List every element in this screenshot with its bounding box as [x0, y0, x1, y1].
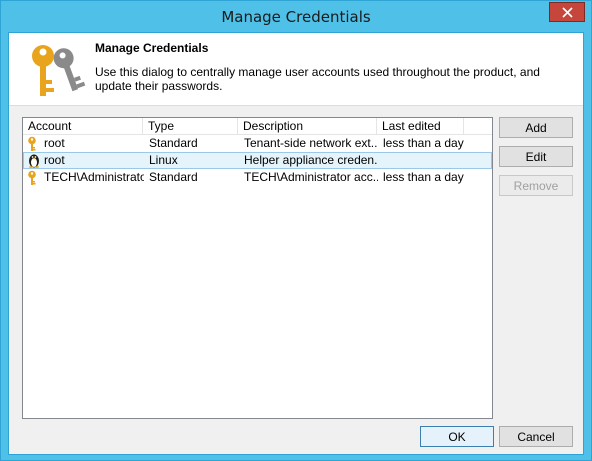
header-title: Manage Credentials: [95, 41, 209, 55]
key-icon: [28, 136, 36, 151]
edit-button[interactable]: Edit: [499, 146, 573, 167]
table-row[interactable]: root Standard Tenant-side network ext...…: [23, 135, 492, 152]
window-title: Manage Credentials: [221, 7, 371, 26]
column-header-description[interactable]: Description: [238, 118, 377, 135]
table-row[interactable]: TECH\Administrator Standard TECH\Adminis…: [23, 169, 492, 186]
account-name: root: [44, 153, 65, 167]
list-body: root Standard Tenant-side network ext...…: [23, 135, 492, 186]
key-icon: [28, 170, 36, 185]
add-button[interactable]: Add: [499, 117, 573, 138]
header-description: Use this dialog to centrally manage user…: [95, 65, 540, 93]
linux-penguin-icon: [29, 154, 39, 168]
list-header: Account Type Description Last edited: [23, 118, 492, 135]
cell-last-edited: less than a day ...: [383, 136, 465, 150]
cell-last-edited: [378, 153, 465, 168]
credentials-list[interactable]: Account Type Description Last edited roo…: [22, 117, 493, 419]
remove-button[interactable]: Remove: [499, 175, 573, 196]
cancel-button[interactable]: Cancel: [499, 426, 573, 447]
table-row-selected[interactable]: root Linux Helper appliance creden...: [23, 152, 492, 169]
cell-last-edited: less than a day ...: [383, 170, 465, 184]
cell-description: TECH\Administrator acc...: [244, 170, 378, 184]
dialog-header: Manage Credentials Use this dialog to ce…: [9, 33, 583, 106]
keys-icon: [32, 45, 86, 96]
title-bar[interactable]: Manage Credentials: [1, 1, 591, 32]
close-icon: [561, 6, 573, 18]
column-header-last-edited[interactable]: Last edited: [377, 118, 464, 135]
dialog-window: Manage Credentials Manage Credentials Us…: [0, 0, 592, 461]
cell-description: Helper appliance creden...: [244, 153, 378, 167]
close-button[interactable]: [549, 2, 585, 22]
column-header-account[interactable]: Account: [23, 118, 143, 135]
account-name: TECH\Administrator: [44, 170, 144, 184]
cell-type: Standard: [149, 170, 198, 184]
dialog-body: Manage Credentials Use this dialog to ce…: [8, 32, 584, 455]
account-name: root: [44, 136, 65, 150]
cell-account: root: [24, 153, 144, 168]
cell-account: root: [24, 136, 144, 151]
ok-button[interactable]: OK: [420, 426, 494, 447]
cell-account: TECH\Administrator: [24, 170, 144, 185]
column-header-filler: [464, 118, 492, 135]
column-header-type[interactable]: Type: [143, 118, 238, 135]
cell-description: Tenant-side network ext...: [244, 136, 378, 150]
cell-type: Linux: [149, 153, 178, 167]
cell-type: Standard: [149, 136, 198, 150]
